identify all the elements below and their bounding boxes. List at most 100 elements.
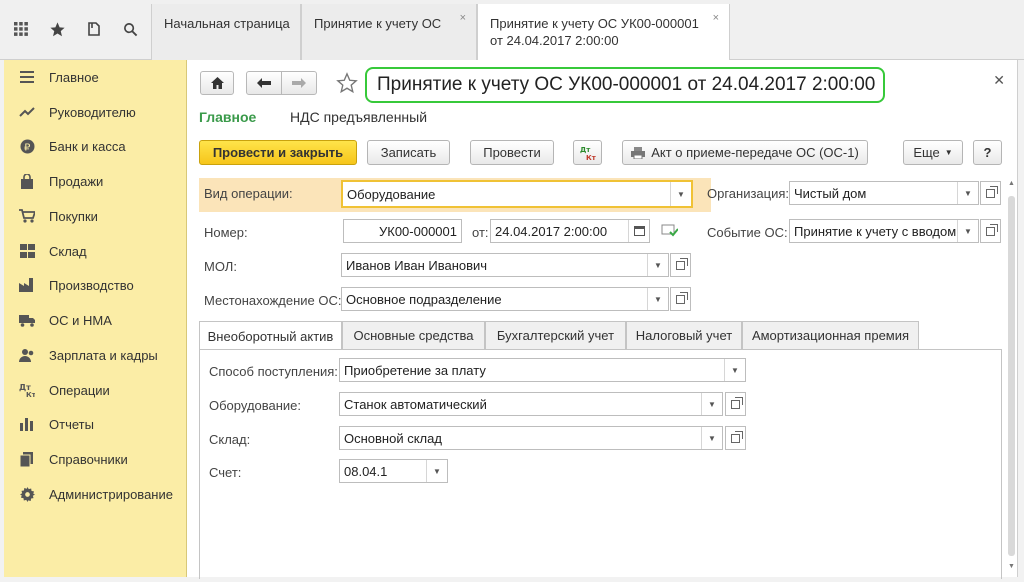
- sidebar-item-fixed-assets[interactable]: ОС и НМА: [4, 305, 187, 335]
- chevron-down-icon[interactable]: ▼: [724, 359, 745, 381]
- date-label: от:: [472, 225, 489, 240]
- svg-text:₽: ₽: [24, 142, 31, 153]
- tab-label: Принятие к учету ОС: [314, 16, 442, 31]
- open-mol-button[interactable]: [670, 253, 691, 277]
- chevron-down-icon[interactable]: ▼: [957, 182, 978, 204]
- tab-panel: [199, 349, 1002, 579]
- post-and-close-button[interactable]: Провести и закрыть: [199, 140, 357, 165]
- organization-label: Организация:: [707, 186, 790, 201]
- print-act-button[interactable]: Акт о приеме-передаче ОС (ОС-1): [622, 140, 868, 165]
- tab-noncurrent-asset[interactable]: Внеоборотный актив: [199, 321, 342, 350]
- open-asset-event-button[interactable]: [980, 219, 1001, 243]
- back-button[interactable]: [246, 71, 282, 95]
- warehouse-icon: [19, 243, 35, 259]
- sidebar-item-label: Склад: [49, 243, 87, 259]
- tab-accounting[interactable]: Бухгалтерский учет: [485, 321, 626, 349]
- asset-event-label: Событие ОС:: [707, 225, 788, 240]
- sidebar-item-administration[interactable]: Администрирование: [4, 479, 187, 509]
- home-button[interactable]: [200, 71, 234, 95]
- tab-fixed-assets[interactable]: Основные средства: [342, 321, 485, 349]
- sidebar-item-purchases[interactable]: Покупки: [4, 201, 187, 231]
- date-value: 24.04.2017 2:00:00: [495, 223, 608, 239]
- close-icon[interactable]: ✕: [993, 72, 1005, 89]
- warehouse-field[interactable]: Основной склад ▼: [339, 426, 723, 450]
- sidebar-item-label: Продажи: [49, 173, 104, 189]
- favorite-star-icon[interactable]: [336, 72, 358, 97]
- sidebar-item-bank-cash[interactable]: ₽ Банк и касса: [4, 131, 187, 161]
- sidebar-item-directories[interactable]: Справочники: [4, 444, 187, 474]
- account-value: 08.04.1: [344, 463, 388, 479]
- chevron-down-icon[interactable]: ▼: [701, 427, 722, 449]
- organization-field[interactable]: Чистый дом ▼: [789, 181, 979, 205]
- tab-asset-acceptance-document[interactable]: Принятие к учету ОС УК00-000001 от 24.04…: [477, 4, 730, 61]
- scroll-down-icon[interactable]: ▼: [1008, 563, 1015, 570]
- chevron-down-icon[interactable]: ▼: [957, 220, 978, 242]
- tab-tax-accounting[interactable]: Налоговый учет: [626, 321, 742, 349]
- account-field[interactable]: 08.04.1 ▼: [339, 459, 448, 483]
- open-equipment-button[interactable]: [725, 392, 746, 416]
- top-bar: Начальная страница Принятие к учету ОС ×…: [0, 0, 1024, 61]
- operation-type-field[interactable]: Оборудование ▼: [341, 180, 693, 208]
- close-tab-icon[interactable]: ×: [460, 10, 466, 27]
- tab-label-date: от 24.04.2017 2:00:00: [490, 33, 619, 48]
- search-icon[interactable]: [117, 16, 143, 42]
- open-icon: [731, 430, 743, 443]
- mol-label: МОЛ:: [204, 259, 237, 274]
- equipment-field[interactable]: Станок автоматический ▼: [339, 392, 723, 416]
- vertical-scrollbar[interactable]: ▲ ▼: [1007, 180, 1016, 570]
- asset-event-field[interactable]: Принятие к учету с вводом ▼: [789, 219, 979, 243]
- number-field[interactable]: УК00-000001: [343, 219, 462, 243]
- favorites-star-icon[interactable]: [44, 16, 70, 42]
- sidebar-item-payroll[interactable]: Зарплата и кадры: [4, 340, 187, 370]
- sidebar-item-label: Справочники: [49, 451, 128, 467]
- history-icon[interactable]: [81, 16, 107, 42]
- chevron-down-icon[interactable]: ▼: [647, 254, 668, 276]
- dt-kt-button[interactable]: Дт Кт: [573, 140, 602, 165]
- sidebar-item-warehouse[interactable]: Склад: [4, 236, 187, 266]
- close-tab-icon[interactable]: ×: [713, 10, 719, 27]
- calendar-icon[interactable]: [628, 220, 649, 242]
- open-location-button[interactable]: [670, 287, 691, 311]
- chevron-down-icon[interactable]: ▼: [670, 182, 691, 206]
- tab-depreciation-bonus[interactable]: Амортизационная премия: [742, 321, 919, 349]
- chevron-down-icon: ▼: [944, 148, 953, 157]
- more-button[interactable]: Еще ▼: [903, 140, 963, 165]
- forward-button[interactable]: [281, 71, 317, 95]
- sidebar-item-sales[interactable]: Продажи: [4, 166, 187, 196]
- tab-home-page[interactable]: Начальная страница: [151, 4, 301, 60]
- post-button[interactable]: Провести: [470, 140, 554, 165]
- sidebar-item-label: Отчеты: [49, 416, 94, 432]
- sidebar-item-production[interactable]: Производство: [4, 270, 187, 300]
- sidebar-item-label: ОС и НМА: [49, 312, 112, 328]
- open-warehouse-button[interactable]: [725, 426, 746, 450]
- open-icon: [676, 291, 688, 304]
- tab-asset-acceptance-list[interactable]: Принятие к учету ОС ×: [301, 4, 477, 60]
- open-organization-button[interactable]: [980, 181, 1001, 205]
- cart-icon: [19, 208, 35, 224]
- apps-grid-icon[interactable]: [8, 16, 34, 42]
- chevron-down-icon[interactable]: ▼: [426, 460, 447, 482]
- help-button[interactable]: ?: [973, 140, 1002, 165]
- sidebar-item-label: Зарплата и кадры: [49, 347, 158, 363]
- checkmark-doc-icon[interactable]: [661, 223, 679, 240]
- sidebar-item-operations[interactable]: Дт Кт Операции: [4, 375, 187, 405]
- scroll-thumb[interactable]: [1008, 196, 1015, 556]
- more-label: Еще: [913, 145, 940, 160]
- sidebar-item-management[interactable]: Руководителю: [4, 97, 187, 127]
- subtab-vat[interactable]: НДС предъявленный: [290, 109, 427, 125]
- equipment-value: Станок автоматический: [344, 396, 487, 412]
- sidebar-item-main[interactable]: Главное: [4, 62, 187, 92]
- open-icon: [731, 396, 743, 409]
- sidebar-item-reports[interactable]: Отчеты: [4, 409, 187, 439]
- ruble-icon: ₽: [19, 138, 35, 154]
- save-button[interactable]: Записать: [367, 140, 450, 165]
- receipt-method-field[interactable]: Приобретение за плату ▼: [339, 358, 746, 382]
- date-field[interactable]: 24.04.2017 2:00:00: [490, 219, 650, 243]
- gear-icon: [19, 486, 35, 502]
- scroll-up-icon[interactable]: ▲: [1008, 180, 1015, 187]
- location-field[interactable]: Основное подразделение ▼: [341, 287, 669, 311]
- subtab-main[interactable]: Главное: [199, 109, 256, 125]
- chevron-down-icon[interactable]: ▼: [647, 288, 668, 310]
- mol-field[interactable]: Иванов Иван Иванович ▼: [341, 253, 669, 277]
- chevron-down-icon[interactable]: ▼: [701, 393, 722, 415]
